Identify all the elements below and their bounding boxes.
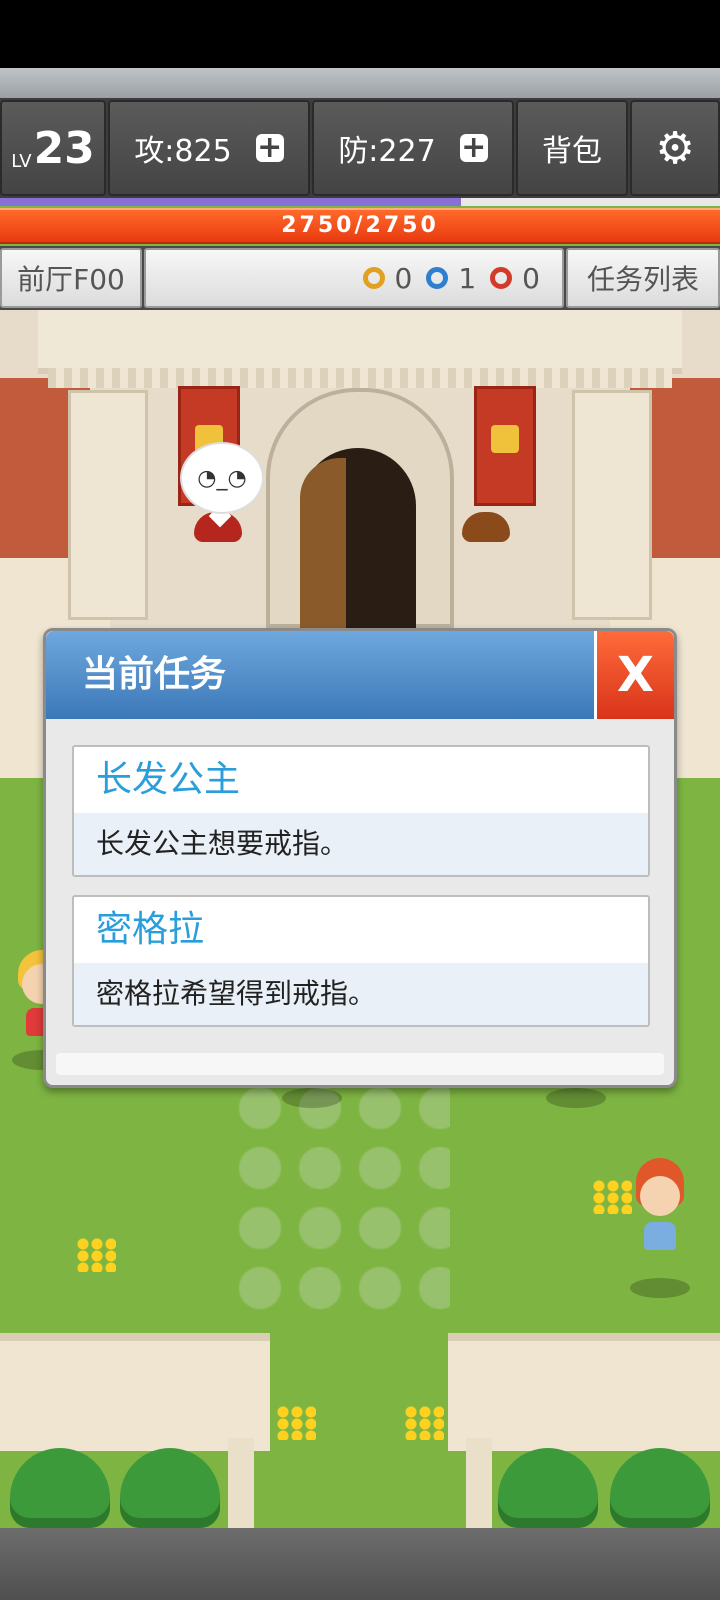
hp-text: 2750/2750: [281, 213, 439, 238]
navigation-bar: [0, 1528, 720, 1600]
task-description: 长发公主想要戒指。: [96, 827, 349, 860]
task-name: 长发公主: [96, 759, 241, 800]
dialog-footer: [56, 1053, 664, 1075]
close-button[interactable]: X: [594, 631, 674, 719]
defense-stat: 防:227 +: [312, 100, 514, 196]
level-prefix: LV: [11, 151, 32, 172]
task-description: 密格拉希望得到戒指。: [96, 977, 377, 1010]
defense-value: 防:227: [338, 134, 436, 169]
floor-indicator: 前厅F00: [0, 248, 142, 308]
status-bar: [0, 0, 720, 68]
level-display: LV 23: [0, 100, 106, 196]
task-name: 密格拉: [96, 909, 205, 950]
red-key-count: 0: [522, 261, 540, 295]
npc-brown-hair[interactable]: [456, 508, 516, 568]
bag-label: 背包: [542, 134, 602, 169]
blue-key: 1: [426, 262, 476, 295]
garden-path-left: [228, 1438, 254, 1528]
blue-key-count: 1: [458, 261, 477, 295]
flowers: [76, 1238, 116, 1272]
red-key-icon: [490, 267, 513, 289]
bag-button[interactable]: 背包: [516, 100, 628, 196]
gate-door-leaf: [300, 458, 346, 628]
task-item[interactable]: 密格拉 密格拉希望得到戒指。: [72, 895, 650, 1027]
yellow-key-count: 0: [394, 261, 413, 295]
npc-merida[interactable]: [630, 1158, 690, 1298]
task-list-label: 任务列表: [586, 263, 699, 296]
flowers: [276, 1406, 316, 1440]
attack-plus-button[interactable]: +: [255, 133, 284, 163]
keys-panel: 0 1 0: [144, 248, 564, 308]
defense-plus-button[interactable]: +: [459, 133, 488, 163]
current-task-dialog: 当前任务 X 长发公主 长发公主想要戒指。 密格拉 密格拉希望得到戒指。: [43, 628, 677, 1088]
balustrade-left: [0, 1333, 270, 1451]
castle-frieze: [48, 368, 672, 388]
dialog-header: 当前任务: [46, 631, 597, 719]
flowers: [592, 1180, 632, 1214]
game-viewport[interactable]: ◔_◔ LV 23 攻:825 + 防:227 + 背包 ⚙ 2750/2750…: [0, 68, 720, 1528]
xp-bar-fill: [0, 198, 461, 206]
settings-button[interactable]: ⚙: [630, 100, 720, 196]
hp-bar: 2750/2750: [0, 208, 720, 244]
bush: [498, 1448, 598, 1528]
task-item[interactable]: 长发公主 长发公主想要戒指。: [72, 745, 650, 877]
bush: [120, 1448, 220, 1528]
attack-value: 攻:825: [134, 134, 232, 169]
dialog-title: 当前任务: [82, 654, 227, 695]
flowers: [404, 1406, 444, 1440]
gear-icon: ⚙: [655, 122, 695, 174]
yellow-key: 0: [362, 261, 413, 295]
pillar-right: [572, 390, 652, 620]
floor-label: 前厅F00: [17, 263, 125, 296]
speech-bubble: ◔_◔: [180, 442, 264, 514]
castle-pediment: [38, 308, 682, 374]
red-key: 0: [490, 262, 540, 295]
level-value: 23: [33, 122, 95, 174]
sky: [0, 68, 720, 98]
bush: [10, 1448, 110, 1528]
yellow-key-icon: [362, 267, 385, 289]
speech-face: ◔_◔: [197, 465, 247, 491]
garden-path-right: [466, 1438, 492, 1528]
pillar-left: [68, 390, 148, 620]
bush: [610, 1448, 710, 1528]
banner-right: [474, 386, 536, 506]
blue-key-icon: [426, 267, 449, 289]
balustrade-right: [448, 1333, 720, 1451]
attack-stat: 攻:825 +: [108, 100, 310, 196]
xp-bar: [0, 198, 720, 206]
task-list-button[interactable]: 任务列表: [566, 248, 720, 308]
